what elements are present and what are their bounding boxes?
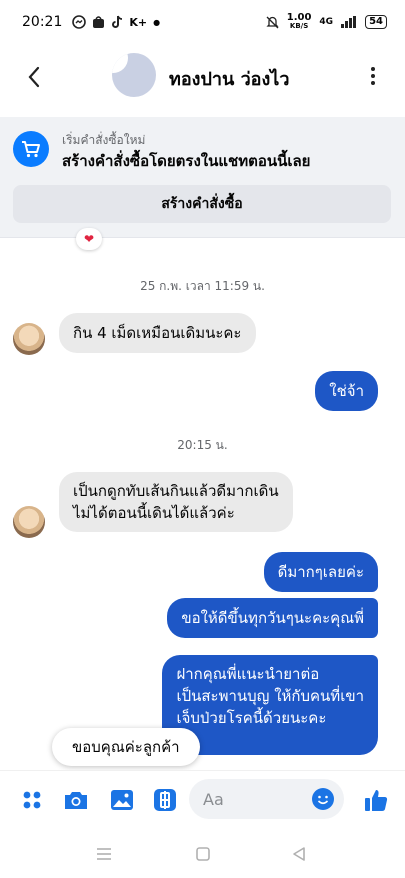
outgoing-message[interactable]: ขอให้ดีขึ้นทุกวันๆนะคะคุณพี่	[167, 598, 378, 638]
heart-reaction-icon[interactable]: ❤	[76, 228, 102, 250]
apps-icon[interactable]	[17, 785, 47, 815]
gallery-icon[interactable]	[107, 785, 137, 815]
more-options-button[interactable]	[361, 61, 385, 91]
message-input[interactable]: Aa	[189, 779, 344, 819]
square-icon	[196, 847, 210, 861]
back-button[interactable]	[12, 55, 56, 99]
triangle-back-icon	[293, 847, 305, 861]
status-app-label: K+	[129, 15, 148, 29]
quick-reply-chip[interactable]: ขอบคุณค่ะลูกค้า	[52, 728, 200, 766]
shopee-icon	[93, 16, 105, 28]
status-dot: ●	[153, 17, 161, 27]
battery-indicator: 54	[365, 15, 387, 29]
chevron-left-icon	[28, 66, 40, 88]
message-timestamp: 25 ก.พ. เวลา 11:59 น.	[140, 279, 265, 293]
contact-avatar[interactable]	[112, 53, 156, 97]
order-banner-subtitle: เริ่มคำสั่งซื้อใหม่	[62, 133, 146, 147]
emoji-icon[interactable]	[312, 788, 334, 810]
cart-icon	[13, 131, 49, 167]
contact-name[interactable]: ทองปาน ว่องไว	[169, 64, 289, 93]
recent-apps-button[interactable]	[92, 842, 116, 866]
home-button[interactable]	[191, 842, 215, 866]
more-dot-icon	[371, 67, 375, 71]
create-order-button[interactable]: สร้างคำสั่งซื้อ	[13, 185, 391, 223]
status-notification-icons: K+ ●	[72, 15, 160, 29]
status-system-icons: 1.00 KB/S 4G 54	[266, 13, 387, 31]
outgoing-message[interactable]: ใช่จ้า	[315, 371, 378, 411]
sender-avatar[interactable]	[13, 506, 45, 538]
network-speed: 1.00 KB/S	[286, 12, 312, 31]
tiktok-icon	[112, 15, 123, 28]
order-banner-title: สร้างคำสั่งซื้อโดยตรงในแชทตอนนี้เลย	[62, 152, 311, 170]
menu-lines-icon	[97, 848, 111, 860]
camera-icon[interactable]	[61, 785, 91, 815]
signal-icon	[341, 16, 357, 28]
incoming-message[interactable]: กิน 4 เม็ดเหมือนเดิมนะคะ	[59, 313, 256, 353]
status-time: 20:21	[22, 14, 63, 30]
sticker-icon[interactable]	[150, 785, 180, 815]
chat-header: ทองปาน ว่องไว	[0, 44, 405, 110]
create-order-banner: เริ่มคำสั่งซื้อใหม่ สร้างคำสั่งซื้อโดยตร…	[0, 117, 405, 238]
sender-avatar[interactable]	[13, 323, 45, 355]
more-dot-icon	[371, 81, 375, 85]
messenger-icon	[72, 15, 87, 29]
status-bar: 20:21 K+ ● 1.00 KB/S 4G 54	[0, 0, 405, 44]
system-navigation-bar	[0, 828, 405, 878]
message-line: เจ็บป่วยโรคนี้ด้วยนะคะ	[176, 709, 327, 727]
message-line: ฝากคุณพี่แนะนำยาต่อ	[176, 665, 320, 683]
network-type: 4G	[319, 17, 334, 27]
outgoing-message[interactable]: ดีมากๆเลยค่ะ	[263, 552, 378, 592]
mute-icon	[266, 16, 279, 28]
message-input-placeholder: Aa	[203, 789, 224, 809]
more-dot-icon	[371, 74, 375, 78]
incoming-message[interactable]: เป็นกดูกทับเส้นกินแล้วดีมากเดิน ไม่ได้ตอ…	[59, 472, 293, 532]
message-composer: Aa	[0, 770, 405, 828]
message-line: เป็นกดูกทับเส้นกินแล้วดีมากเดิน	[73, 482, 279, 500]
message-timestamp: 20:15 น.	[177, 438, 228, 452]
back-nav-button[interactable]	[287, 842, 311, 866]
message-line: ไม่ได้ตอนนี้เดินได้แล้วค่ะ	[73, 504, 235, 522]
message-line: เป็นสะพานบุญ ให้กับคนที่เขา	[176, 687, 364, 705]
like-icon[interactable]	[361, 785, 391, 815]
